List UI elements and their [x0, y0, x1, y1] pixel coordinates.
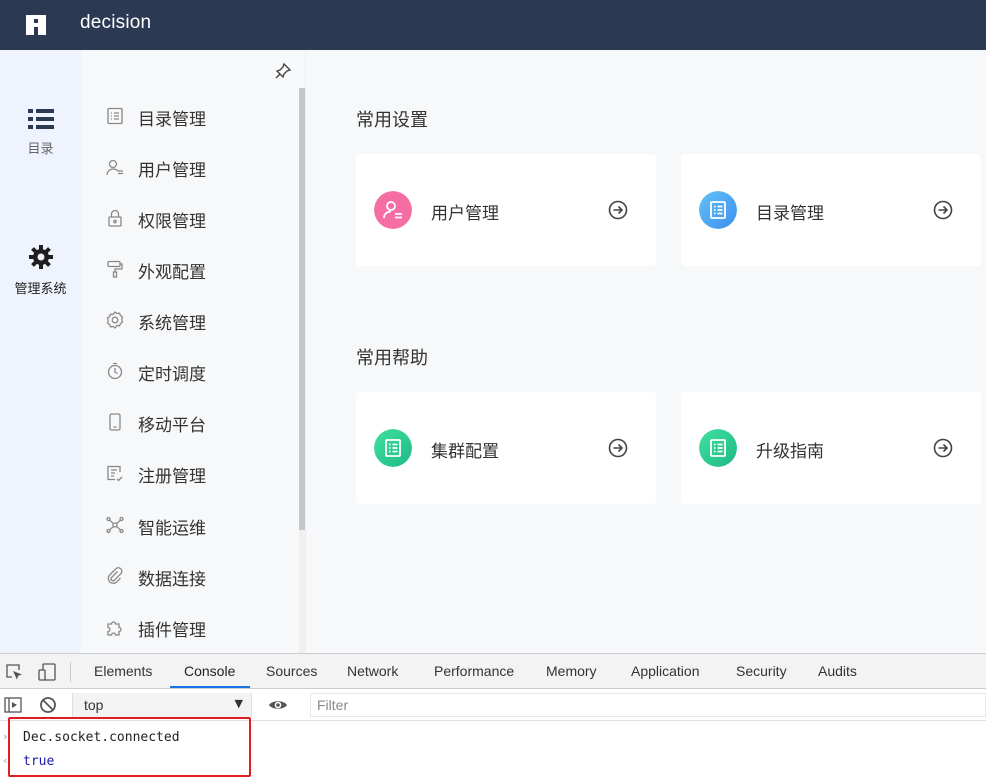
- sidebar-item-label: 系统管理: [138, 314, 206, 334]
- tab-application[interactable]: Application: [631, 663, 700, 679]
- sidebar-item-system[interactable]: 系统管理: [81, 300, 296, 340]
- sidebar-item-label: 数据连接: [138, 570, 206, 590]
- shortcut-card-cluster[interactable]: 集群配置: [356, 392, 656, 504]
- tab-memory[interactable]: Memory: [546, 663, 597, 679]
- sidebar-item-label: 用户管理: [138, 161, 206, 181]
- rail-item-label: 目录: [27, 142, 54, 157]
- sidebar-item-catalog[interactable]: 目录管理: [81, 96, 296, 136]
- shortcut-card-catalog[interactable]: 目录管理: [681, 154, 981, 266]
- sidebar-item-label: 权限管理: [138, 212, 206, 232]
- arrow-right-circle-icon[interactable]: [608, 200, 628, 220]
- section-title: 常用帮助: [356, 348, 428, 369]
- show-sidebar-icon[interactable]: [3, 695, 23, 715]
- sidebar-item-data-connection[interactable]: 数据连接: [81, 556, 296, 596]
- sidebar-item-label: 外观配置: [138, 263, 206, 283]
- top-bar: decision: [0, 0, 986, 50]
- sidebar-item-label: 移动平台: [138, 416, 206, 436]
- gear-icon: [28, 245, 53, 269]
- catalog-icon: [107, 107, 123, 125]
- dropdown-arrow-icon: ▼: [234, 697, 243, 710]
- app-logo-icon[interactable]: [24, 13, 48, 37]
- context-value: top: [84, 697, 104, 713]
- sidebar-item-registration[interactable]: 注册管理: [81, 453, 296, 493]
- link-icon: [107, 567, 123, 584]
- tab-elements[interactable]: Elements: [94, 663, 152, 679]
- rail-item-management[interactable]: 管理系统: [0, 244, 81, 297]
- sidebar-scrollbar[interactable]: [299, 88, 305, 653]
- sidebar-item-mobile[interactable]: 移动平台: [81, 402, 296, 442]
- tab-performance[interactable]: Performance: [434, 663, 514, 679]
- shortcut-card-users[interactable]: 用户管理: [356, 154, 656, 266]
- plugin-icon: [107, 621, 122, 636]
- sidebar-item-users[interactable]: 用户管理: [81, 147, 296, 187]
- register-icon: [107, 465, 123, 482]
- rail-item-label: 管理系统: [14, 282, 67, 297]
- tab-network[interactable]: Network: [347, 663, 398, 679]
- doc-card-icon: [374, 429, 412, 467]
- eye-icon[interactable]: [268, 695, 288, 715]
- sidebar-item-label: 注册管理: [138, 467, 206, 487]
- rail-item-catalog[interactable]: 目录: [0, 108, 81, 157]
- clear-console-icon[interactable]: [38, 695, 58, 715]
- main-content: 常用设置 用户管理 目录管理 常用帮助 集群配置 升级指南: [306, 50, 986, 653]
- sidebar-item-label: 目录管理: [138, 110, 206, 130]
- sidebar-item-appearance[interactable]: 外观配置: [81, 249, 296, 289]
- sidebar-menu: 目录管理 用户管理 权限管理 外观配置 系统管理 定时调度 移动平台 注册管理 …: [81, 50, 306, 653]
- inspect-element-icon[interactable]: [4, 662, 24, 682]
- sidebar-item-ops[interactable]: 智能运维: [81, 505, 296, 545]
- mobile-icon: [109, 413, 121, 431]
- app-title: decision: [80, 12, 152, 33]
- sidebar-item-label: 插件管理: [138, 621, 206, 641]
- list-icon: [27, 109, 54, 129]
- annotation-highlight-box: [8, 717, 251, 777]
- tab-console[interactable]: Console: [184, 663, 235, 679]
- sidebar-item-plugins[interactable]: 插件管理: [81, 607, 296, 647]
- tab-audits[interactable]: Audits: [818, 663, 857, 679]
- arrow-right-circle-icon[interactable]: [608, 438, 628, 458]
- scrollbar-thumb[interactable]: [299, 88, 305, 530]
- result-arrow-icon: ‹: [3, 754, 8, 767]
- console-filter-input[interactable]: [310, 693, 986, 717]
- section-title: 常用设置: [356, 110, 428, 131]
- arrow-right-circle-icon[interactable]: [933, 438, 953, 458]
- devtools-panel: Elements Console Sources Network Perform…: [0, 653, 986, 780]
- doc-card-icon: [699, 429, 737, 467]
- card-label: 目录管理: [756, 204, 824, 224]
- card-label: 用户管理: [431, 204, 499, 224]
- sidebar-item-permissions[interactable]: 权限管理: [81, 198, 296, 238]
- pin-icon[interactable]: [274, 62, 292, 80]
- sidebar-item-label: 智能运维: [138, 519, 206, 539]
- shortcut-card-upgrade[interactable]: 升级指南: [681, 392, 981, 504]
- tab-sources[interactable]: Sources: [266, 663, 317, 679]
- catalog-card-icon: [699, 191, 737, 229]
- input-prompt-icon: ›: [3, 730, 8, 743]
- toolbar-divider: [70, 662, 71, 682]
- network-icon: [106, 516, 124, 534]
- card-label: 集群配置: [431, 442, 499, 462]
- arrow-right-circle-icon[interactable]: [933, 200, 953, 220]
- card-label: 升级指南: [756, 442, 824, 462]
- context-select[interactable]: top ▼: [72, 693, 252, 717]
- lock-icon: [108, 209, 122, 227]
- devtools-tab-bar: Elements Console Sources Network Perform…: [0, 654, 986, 689]
- user-icon: [106, 159, 123, 176]
- tab-security[interactable]: Security: [736, 663, 787, 679]
- active-tab-indicator: [170, 686, 250, 688]
- device-toolbar-icon[interactable]: [37, 662, 57, 682]
- user-card-icon: [374, 191, 412, 229]
- settings-icon: [106, 311, 124, 329]
- paint-roller-icon: [107, 260, 123, 278]
- sidebar-item-label: 定时调度: [138, 365, 206, 385]
- nav-rail: 目录 管理系统: [0, 50, 81, 653]
- timer-icon: [107, 362, 123, 380]
- sidebar-item-schedule[interactable]: 定时调度: [81, 351, 296, 391]
